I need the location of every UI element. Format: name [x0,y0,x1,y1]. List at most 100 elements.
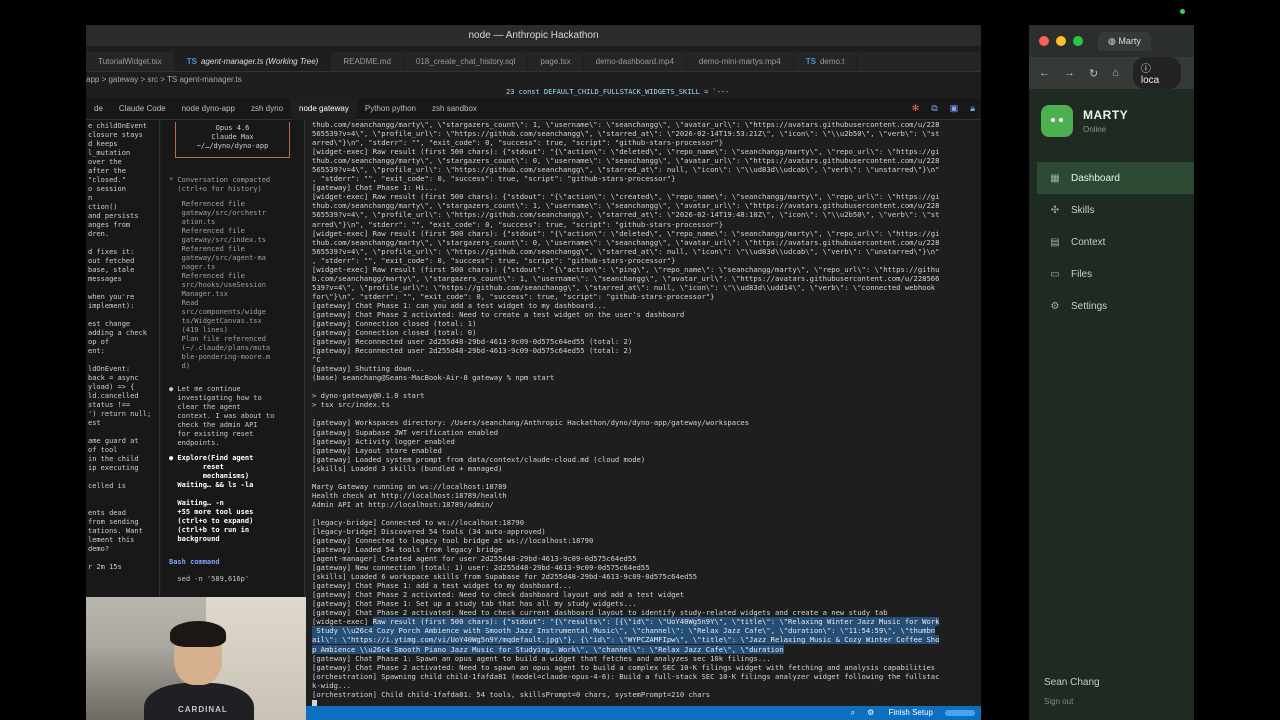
reload-icon[interactable]: ↻ [1089,67,1098,80]
editor-tab[interactable]: README.md [331,52,404,71]
chat-line: l_mutation [88,149,131,157]
finish-setup-button[interactable]: ⚙ Finish Setup [867,706,933,720]
chat-line: status !== [88,401,131,409]
sidebar-item-context[interactable]: ▤ Context [1037,226,1194,258]
back-icon[interactable]: ← [1039,67,1050,79]
sidebar-item-label: Context [1071,236,1106,248]
browser-tab[interactable]: ◍ Marty [1098,31,1151,51]
terminal-line: for\"}\n", "stderr": "", "exit_code": 0,… [312,291,715,301]
terminal-line: arred\"}\n", "stderr": "", "exit_code": … [312,138,724,148]
terminal-line: [agent-manager] Created agent for user 2… [312,554,637,564]
terminal-prompt[interactable] [312,699,965,706]
forward-icon[interactable]: → [1064,67,1075,79]
editor-tab-label: demo-mini-martys.mp4 [698,57,781,66]
sidebar-item-skills[interactable]: ✣ Skills [1037,194,1194,226]
chat-line [88,239,157,248]
terminal-line: 539?v=4\", \"profile_url\": \"https://gi… [312,282,936,292]
editor-tab[interactable]: TS demo.t [794,52,858,71]
model-info-line: Claude Max [211,133,254,141]
close-window-icon[interactable] [1039,36,1049,46]
terminal-tab[interactable]: node gateway [291,97,357,120]
split-icon[interactable]: ⧉ [925,103,943,114]
terminal-line: > dyno-gateway@0.1.0 start [312,391,425,401]
terminal-line: [orchestration] Spawning child child-1fa… [312,671,940,681]
sidebar-item-dashboard[interactable]: ▦ Dashboard [1037,162,1194,194]
terminal-selection: Raw result (first 500 chars): {"stdout":… [372,617,940,627]
editor-tab[interactable]: demo-mini-martys.mp4 [687,52,794,71]
terminal-line: 565539?v=4\", \"profile_url\": \"https:/… [312,165,940,175]
folder-icon: ▭ [1050,268,1060,280]
terminal-tab[interactable]: zsh sandbox [424,98,485,120]
lock-icon[interactable]: 🔒︎ [964,103,981,114]
editor-tab-label: page.tsx [540,57,571,66]
terminal-selection: ail\": \"https://i.ytimg.com/vi/UoY40Wg5… [312,635,940,645]
terminal-line: [gateway] Chat Phase 1: add a test widge… [312,581,572,591]
chat-line: "closed." [88,176,126,184]
model-info-box: Opus 4.6 Claude Max ~/…/dyno/dyno-app [175,122,290,158]
home-icon[interactable]: ⌂ [1112,67,1119,79]
terminal-tab[interactable]: node dyno-app [174,98,243,120]
terminal-selection: Study \\u26c4 Cozy Porch Ambience with S… [312,626,936,636]
chat-line: est [88,419,101,427]
terminal-line: b.com/seanchangg/marty\", \"stargazers_c… [312,273,940,283]
editor-tab[interactable]: 018_create_chat_history.sql [404,52,529,71]
terminal-line-selected: Study \\u26c4 Cozy Porch Ambience with S… [312,626,965,636]
claude-icon[interactable]: ✻ [906,103,926,114]
editor-tab-label: 018_create_chat_history.sql [415,57,516,66]
person-body [144,683,254,720]
chat-line: in the child [88,455,139,463]
terminal-tab[interactable]: Claude Code [111,98,174,120]
chat-line [88,356,157,365]
code-line: 23 const DEFAULT_CHILD_FULLSTACK_WIDGETS… [506,88,730,96]
editor-tab[interactable]: TS agent-manager.ts (Working Tree) [174,52,332,71]
terminal-line: > tsx src/index.ts [312,400,390,410]
chat-line: r 2m 15s [88,563,122,571]
search-icon[interactable]: ⌕ [851,706,855,720]
terminal-line: [gateway] Chat Phase 1: Spawn an opus ag… [312,653,771,663]
window-title: node — Anthropic Hackathon [86,25,981,46]
chat-line: ld.cancelled [88,392,139,400]
minimize-window-icon[interactable] [1056,36,1066,46]
chat-line: after the [88,167,126,175]
typescript-file-icon: TS [805,57,816,66]
terminal-line: [skills] Loaded 6 workspace skills from … [312,572,698,582]
editor-tab[interactable]: TutorialWidget.tsx [86,52,175,71]
chat-line: d fixes it: [88,248,135,256]
editor-tab[interactable]: page.tsx [528,52,584,71]
terminal-tab[interactable]: de [86,98,111,120]
maximize-window-icon[interactable] [1073,36,1083,46]
chat-line: lement this [88,536,135,544]
chat-line: d keeps [88,140,118,148]
app-brand: MARTY Online [1041,105,1128,137]
gear-icon: ⚙ [1050,300,1060,312]
terminal-tab[interactable]: Python python [357,98,424,120]
terminal-line: (base) seanchang@Seans-MacBook-Air-8 gat… [312,373,555,383]
chat-line: ip executing [88,464,139,472]
sidebar-item-settings[interactable]: ⚙ Settings [1037,290,1194,322]
chat-line: and persists [88,212,139,220]
sign-out-link[interactable]: Sign out [1044,697,1073,706]
terminal-tab[interactable]: zsh dyno [243,98,291,120]
chat-line: anges from [88,221,131,229]
terminal-line-selected: [widget-exec] Raw result (first 500 char… [312,617,965,627]
user-name: Sean Chang [1044,677,1100,688]
chat-line: adding a check [88,329,148,337]
terminal-output[interactable]: thub.com/seanchangg/marty\", \"stargazer… [306,120,971,706]
chat-line: tations. Want [88,527,143,535]
marty-logo-icon [1041,105,1073,137]
editor-tab[interactable]: demo-dashboard.mp4 [584,52,687,71]
terminal-line: ^C [312,355,321,365]
bash-command-text: sed -n '589,616p' [169,575,250,583]
terminal-line: , "stderr": "", "exit_code": 0, "success… [312,255,676,265]
address-bar[interactable]: ⓘ loca [1132,57,1182,89]
sidebar-item-label: Settings [1071,300,1108,312]
referenced-files: Referenced file gateway/src/orchestr ati… [181,200,271,370]
sidebar-item-files[interactable]: ▭ Files [1037,258,1194,290]
layout-icon[interactable]: ▣ [944,103,965,114]
chat-line: ldOnEvent: [88,365,131,373]
breadcrumb[interactable]: app > gateway > src > TS agent-manager.t… [86,73,981,87]
terminal-line: [gateway] Connected to legacy tool bridg… [312,535,594,545]
